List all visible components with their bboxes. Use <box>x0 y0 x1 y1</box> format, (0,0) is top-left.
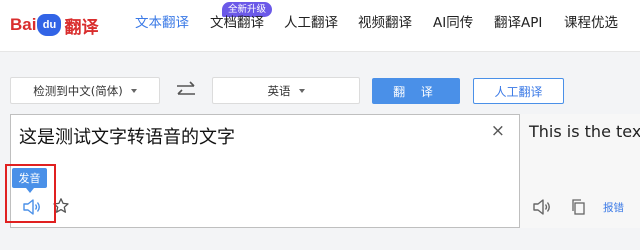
nav-tab-video-translate[interactable]: 视频翻译 <box>358 13 412 33</box>
nav-tab-ai-interpretation[interactable]: AI同传 <box>433 13 473 33</box>
logo-text-translate: 翻译 <box>64 17 99 38</box>
highlight-box <box>5 164 56 223</box>
source-language-select[interactable]: 检测到中文(简体) <box>10 77 160 104</box>
top-nav-bar: Bai du 翻译 文本翻译 全新升级 文档翻译 人工翻译 视频翻译 AI同传 … <box>0 0 640 52</box>
nav-tab-translate-api[interactable]: 翻译API <box>494 13 542 33</box>
target-language-select[interactable]: 英语 <box>212 77 360 104</box>
logo-paw-icon: du <box>37 14 62 36</box>
chevron-down-icon <box>130 88 137 93</box>
logo-text-bai: Bai <box>10 15 37 34</box>
human-translate-button[interactable]: 人工翻译 <box>473 78 564 104</box>
nav-tab-human-translate[interactable]: 人工翻译 <box>284 13 338 33</box>
nav-tab-document-translate[interactable]: 文档翻译 <box>210 13 264 33</box>
source-language-label: 检测到中文(简体) <box>33 83 123 98</box>
target-speaker-icon[interactable] <box>532 198 552 216</box>
translate-page: Bai du 翻译 文本翻译 全新升级 文档翻译 人工翻译 视频翻译 AI同传 … <box>0 0 640 250</box>
translate-button[interactable]: 翻 译 <box>372 78 460 104</box>
target-language-label: 英语 <box>267 83 291 98</box>
nav-tab-courses[interactable]: 课程优选 <box>564 13 618 33</box>
source-text-panel[interactable]: 这是测试文字转语音的文字 × <box>10 114 520 228</box>
report-error-link[interactable]: 报错 <box>603 200 624 215</box>
copy-icon[interactable] <box>570 198 586 216</box>
baidu-translate-logo[interactable]: Bai du 翻译 <box>10 10 98 40</box>
target-text: This is the text used for testing text-t… <box>529 122 640 141</box>
chevron-down-icon <box>298 88 305 93</box>
source-text[interactable]: 这是测试文字转语音的文字 <box>19 123 235 149</box>
clear-icon[interactable]: × <box>491 121 505 141</box>
nav-tab-text-translate[interactable]: 文本翻译 <box>135 13 189 33</box>
swap-arrows-icon[interactable] <box>175 80 197 100</box>
